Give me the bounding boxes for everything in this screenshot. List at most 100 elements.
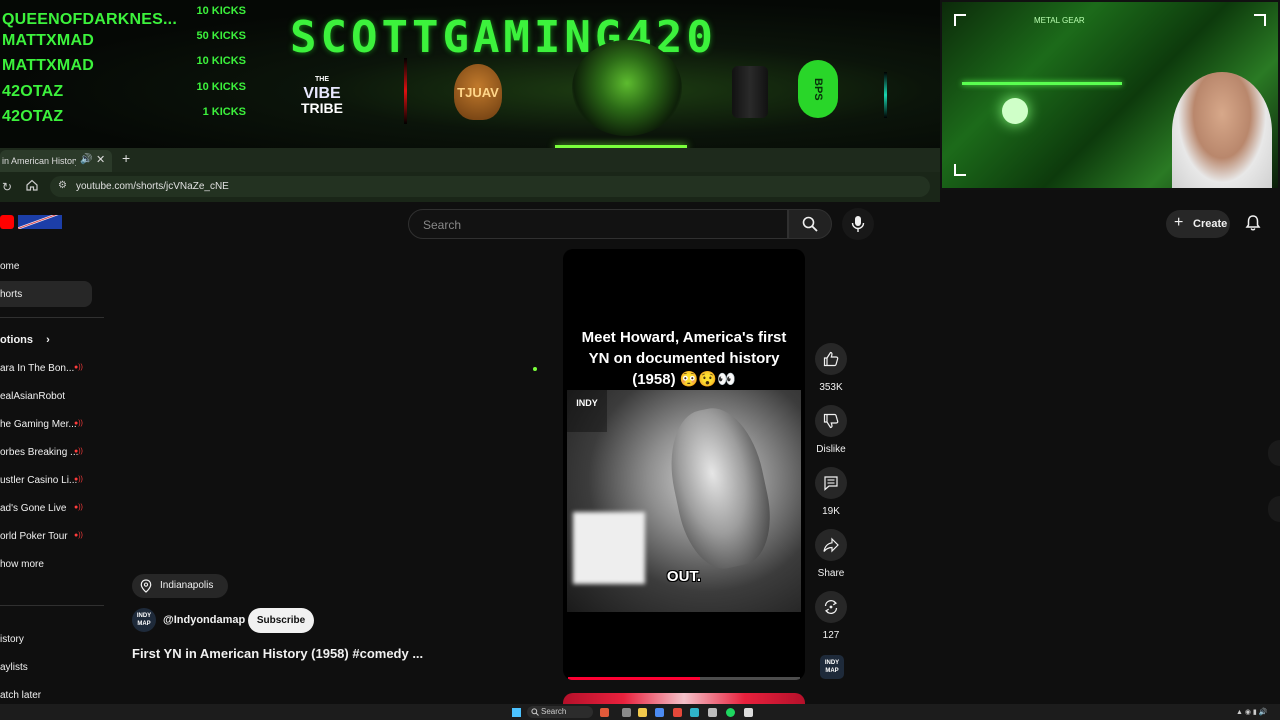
app-icon[interactable]	[744, 708, 753, 717]
cam-frame-corner	[1254, 14, 1266, 26]
browser-tab[interactable]: in American History 🔊 ✕	[0, 150, 112, 172]
url-text: youtube.com/shorts/jcVNaZe_cNE	[76, 181, 229, 192]
plus-icon: +	[1174, 214, 1184, 231]
site-info-icon[interactable]: ⚙	[58, 180, 67, 191]
video-title[interactable]: First YN in American History (1958) #com…	[132, 646, 423, 661]
location-chip[interactable]: Indianapolis	[132, 574, 228, 598]
app-icon[interactable]	[622, 708, 631, 717]
dislike-button[interactable]	[815, 405, 847, 437]
sidebar-channel[interactable]: ealAsianRobot	[0, 391, 65, 402]
sidebar-divider	[0, 317, 104, 318]
close-icon[interactable]: ✕	[96, 153, 105, 166]
subscribe-button[interactable]: Subscribe	[248, 608, 314, 633]
kick-row: QUEENOFDARKNES... 10 KICKS	[0, 2, 250, 28]
live-icon: ●))	[74, 420, 83, 427]
webcam-sign: METAL GEAR	[1034, 16, 1085, 25]
system-tray-icons[interactable]: ▲ ◉ ▮ 🔊	[1236, 708, 1267, 716]
flag-doodle-icon[interactable]	[18, 215, 62, 229]
kick-name: MATTXMAD	[2, 31, 94, 49]
cam-shelf-light	[962, 82, 1122, 85]
spotify-icon[interactable]	[726, 708, 735, 717]
kick-leaderboard: QUEENOFDARKNES... 10 KICKS MATTXMAD 50 K…	[0, 2, 250, 130]
sidebar-channel[interactable]: ustler Casino Li...	[0, 475, 77, 486]
channel-handle[interactable]: @Indyondamap	[163, 614, 245, 626]
shorts-player[interactable]: Meet Howard, America's first YN on docum…	[563, 249, 805, 680]
dislike-action[interactable]: Dislike	[811, 405, 851, 455]
comments-action[interactable]: 19K	[811, 467, 851, 517]
kick-name: 42OTAZ	[2, 108, 64, 125]
sidebar-channel[interactable]: orld Poker Tour	[0, 531, 68, 542]
like-count: 353K	[819, 382, 843, 393]
remix-button[interactable]	[815, 591, 847, 623]
previous-short-button[interactable]	[1268, 440, 1280, 466]
share-button[interactable]	[815, 529, 847, 561]
stream-overlay: QUEENOFDARKNES... 10 KICKS MATTXMAD 50 K…	[0, 0, 940, 148]
sidebar-item-watch-later[interactable]: atch later	[0, 690, 41, 701]
kick-name: MATTXMAD	[2, 57, 94, 74]
sidebar-divider	[0, 605, 104, 606]
channel-avatar-button[interactable]: INDY MAP	[820, 655, 844, 679]
sidebar-section-subscriptions[interactable]: otions ›	[0, 334, 50, 346]
like-action[interactable]: 353K	[811, 343, 851, 393]
create-label: Create	[1193, 218, 1228, 230]
like-button[interactable]	[815, 343, 847, 375]
sidebar-item-home[interactable]: ome	[0, 261, 19, 272]
speaker-icon[interactable]: 🔊	[80, 154, 92, 165]
sidebar-channel[interactable]: ad's Gone Live	[0, 503, 66, 514]
new-tab-icon[interactable]: +	[122, 150, 130, 166]
section-label: otions	[0, 334, 33, 346]
voice-search-button[interactable]	[842, 208, 874, 240]
thumbs-up-icon	[823, 351, 839, 367]
location-pin-icon	[140, 579, 152, 593]
share-action[interactable]: Share	[811, 529, 851, 579]
share-icon	[823, 537, 839, 553]
folder-icon[interactable]	[638, 708, 647, 717]
kick-row: 42OTAZ 1 KICKS	[0, 104, 250, 130]
sidebar-item-shorts[interactable]: horts	[0, 281, 92, 307]
progress-bar[interactable]	[568, 677, 800, 680]
app-icon[interactable]	[708, 708, 717, 717]
app-icon[interactable]	[655, 708, 664, 717]
remix-count: 127	[822, 630, 840, 641]
create-button[interactable]: + Create	[1166, 210, 1230, 238]
search-icon	[802, 216, 818, 232]
remix-icon	[824, 600, 838, 614]
sidebar-channel[interactable]: he Gaming Mer...	[0, 419, 77, 430]
sidebar-show-more[interactable]: how more	[0, 559, 44, 570]
chrome-icon[interactable]	[673, 708, 682, 717]
app-icon[interactable]	[690, 708, 699, 717]
remix-action[interactable]: 127	[811, 591, 851, 641]
sidebar-channel[interactable]: orbes Breaking ...	[0, 447, 78, 458]
indy-watermark: INDY	[567, 390, 607, 432]
sidebar-item-playlists[interactable]: aylists	[0, 662, 28, 673]
video-face	[659, 400, 781, 576]
next-short-button[interactable]	[1268, 496, 1280, 522]
sidebar-item-history[interactable]: istory	[0, 634, 24, 645]
sidebar-channel[interactable]: ara In The Bon...	[0, 363, 74, 374]
home-icon[interactable]	[25, 178, 39, 192]
app-icon[interactable]	[600, 708, 609, 717]
search-input[interactable]	[421, 217, 775, 233]
chevron-right-icon: ›	[46, 334, 50, 346]
channel-avatar[interactable]: INDY MAP	[132, 608, 156, 632]
taskbar-search[interactable]: Search	[527, 706, 593, 718]
browser-tab-bar: in American History 🔊 ✕ +	[0, 148, 940, 172]
kick-count: 10 KICKS	[196, 55, 246, 67]
reload-icon[interactable]: ↻	[2, 180, 12, 194]
search-box[interactable]	[408, 209, 788, 239]
sidebar: ome horts otions › ara In The Bon... ●))…	[0, 250, 104, 720]
windows-start-icon[interactable]	[512, 708, 521, 717]
progress-fill	[568, 677, 701, 680]
kick-row: MATTXMAD 50 KICKS	[0, 28, 250, 54]
live-icon: ●))	[74, 448, 83, 455]
notifications-bell-icon[interactable]	[1244, 214, 1262, 232]
search-button[interactable]	[788, 209, 832, 239]
comments-button[interactable]	[815, 467, 847, 499]
vibe-logo-line1: VIBE	[303, 85, 341, 102]
thumbs-down-icon	[823, 413, 839, 429]
kick-count: 1 KICKS	[202, 106, 246, 118]
youtube-logo-icon[interactable]	[0, 215, 14, 229]
red-light-decoration	[404, 58, 407, 124]
url-field[interactable]: ⚙ youtube.com/shorts/jcVNaZe_cNE	[50, 176, 930, 197]
kick-count: 10 KICKS	[196, 5, 246, 17]
